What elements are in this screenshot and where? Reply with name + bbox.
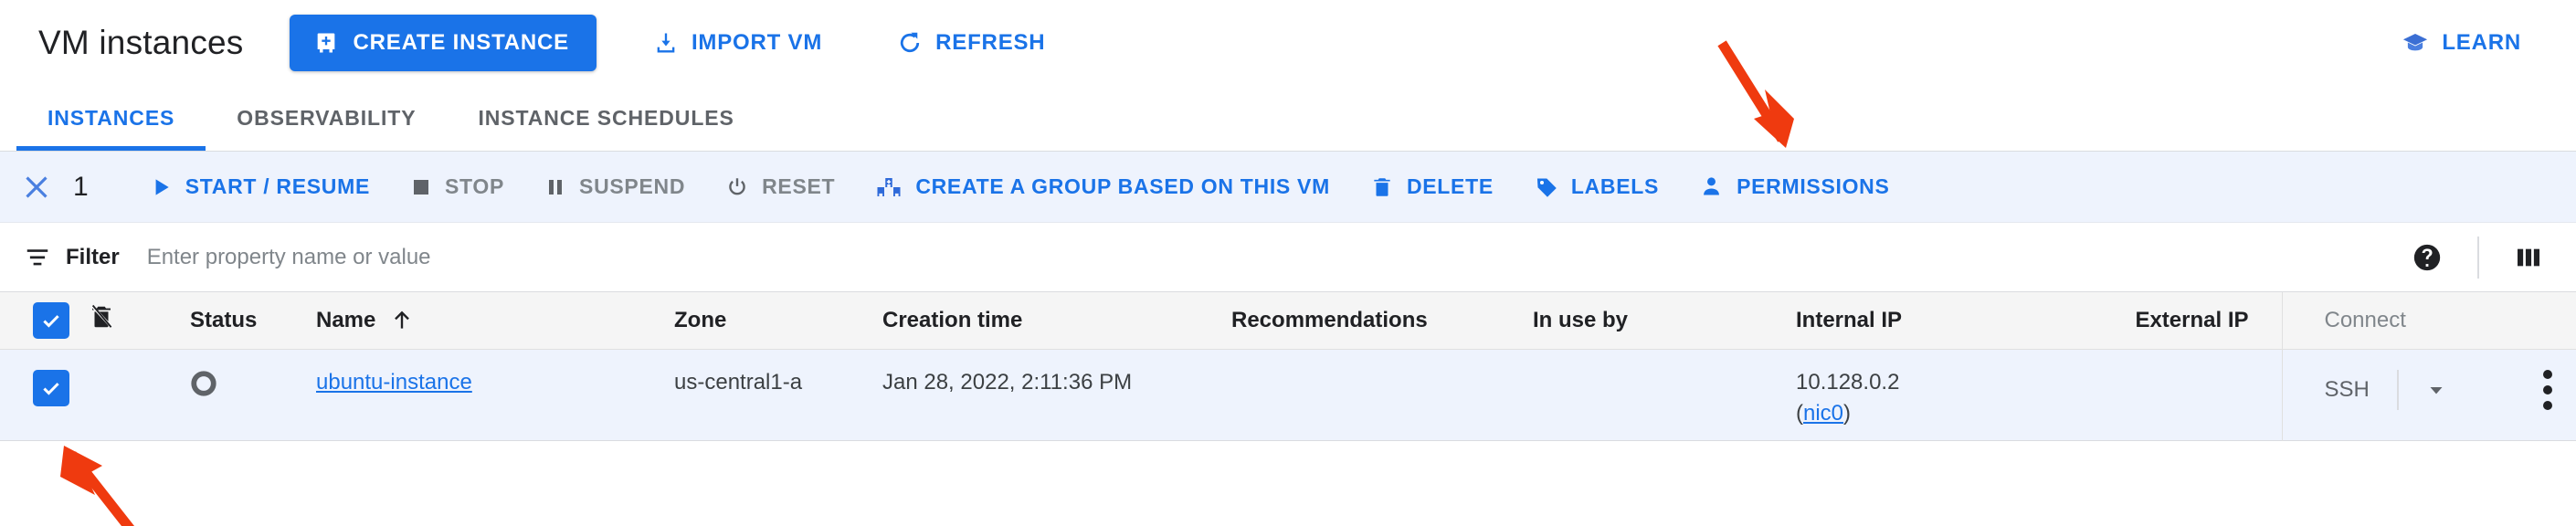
permissions-label: PERMISSIONS [1737, 174, 1890, 198]
refresh-icon [897, 30, 923, 56]
import-icon [653, 30, 679, 56]
vm-instances-page: VM instances CREATE INSTANCE IMPORT VM R… [0, 0, 2576, 526]
filter-bar: Filter [0, 223, 2576, 292]
ssh-divider [2396, 369, 2399, 410]
import-vm-button[interactable]: IMPORT VM [635, 16, 840, 70]
row-deletion-protection-cell [88, 349, 190, 440]
toolbar-divider [2477, 236, 2479, 279]
internal-ip-value: 10.128.0.2 [1796, 369, 1900, 394]
tab-bar: INSTANCES OBSERVABILITY INSTANCE SCHEDUL… [0, 86, 2576, 152]
play-icon [149, 175, 173, 199]
header-external-ip[interactable]: External IP [2053, 292, 2282, 350]
row-zone-cell: us-central1-a [674, 349, 882, 440]
stop-label: STOP [445, 174, 505, 198]
table-header-row: Status Name Zone Creation time Recommend… [0, 292, 2576, 350]
permissions-button[interactable]: PERMISSIONS [1679, 154, 1909, 220]
vm-instances-table: Status Name Zone Creation time Recommend… [0, 292, 2576, 441]
row-in-use-by-cell [1533, 349, 1796, 440]
arrow-up-icon [390, 309, 414, 332]
page-title: VM instances [38, 24, 244, 61]
create-instance-icon [313, 30, 339, 56]
close-icon[interactable] [20, 171, 53, 204]
header-zone[interactable]: Zone [674, 292, 882, 350]
row-select-cell [0, 349, 88, 440]
tab-instances[interactable]: INSTANCES [16, 85, 206, 151]
row-name-cell: ubuntu-instance [316, 349, 674, 440]
stopped-icon [190, 370, 217, 397]
start-resume-button[interactable]: START / RESUME [129, 154, 390, 220]
create-instance-label: CREATE INSTANCE [353, 30, 569, 55]
help-circle-icon[interactable] [2412, 242, 2443, 273]
row-internal-ip-cell: 10.128.0.2 (nic0) [1796, 349, 2053, 440]
arrow-pointing-to-checkbox [60, 446, 134, 526]
suspend-label: SUSPEND [579, 174, 686, 198]
row-creation-time-cell: Jan 28, 2022, 2:11:36 PM [882, 349, 1231, 440]
trash-icon [1370, 175, 1394, 199]
header-creation-time[interactable]: Creation time [882, 292, 1231, 350]
header-deletion-protection[interactable] [88, 292, 190, 350]
filter-input[interactable] [146, 244, 2412, 270]
header-internal-ip[interactable]: Internal IP [1796, 292, 2053, 350]
select-all-checkbox[interactable] [33, 301, 69, 339]
stop-icon [410, 176, 432, 198]
ssh-button[interactable]: SSH [2325, 377, 2370, 403]
row-recommendations-cell [1231, 349, 1533, 440]
table-row[interactable]: ubuntu-instance us-central1-a Jan 28, 20… [0, 349, 2576, 440]
reset-label: RESET [762, 174, 836, 198]
header-name[interactable]: Name [316, 292, 674, 350]
filter-icon[interactable] [24, 244, 51, 271]
pause-icon [544, 176, 566, 198]
reset-button[interactable]: RESET [705, 154, 855, 220]
create-group-label: CREATE A GROUP BASED ON THIS VM [915, 174, 1330, 198]
label-icon [1534, 174, 1558, 199]
graduation-cap-icon [2402, 29, 2429, 57]
row-connect-cell: SSH [2281, 349, 2576, 440]
row-status-cell [190, 349, 316, 440]
refresh-button[interactable]: REFRESH [879, 16, 1063, 70]
table-body: ubuntu-instance us-central1-a Jan 28, 20… [0, 349, 2576, 440]
power-icon [725, 175, 749, 199]
chevron-down-icon[interactable] [2424, 378, 2448, 402]
more-vert-icon[interactable] [2543, 369, 2576, 410]
header-name-label: Name [316, 307, 376, 332]
header-status[interactable]: Status [190, 292, 316, 350]
header-in-use-by[interactable]: In use by [1533, 292, 1796, 350]
row-external-ip-cell [2053, 349, 2282, 440]
nic-link[interactable]: nic0 [1803, 401, 1843, 426]
stop-button[interactable]: STOP [390, 154, 524, 220]
selection-action-toolbar: 1 START / RESUME STOP SUSPEND RESET CREA… [0, 152, 2576, 223]
tab-instance-schedules[interactable]: INSTANCE SCHEDULES [447, 85, 765, 151]
person-icon [1699, 174, 1724, 199]
instance-name-link[interactable]: ubuntu-instance [316, 370, 472, 394]
internal-ip-nic: (nic0) [1796, 400, 1852, 426]
delete-button[interactable]: DELETE [1350, 154, 1514, 220]
header-select-all [0, 292, 88, 350]
import-vm-label: IMPORT VM [691, 30, 823, 55]
header-recommendations[interactable]: Recommendations [1231, 292, 1533, 350]
tab-observability[interactable]: OBSERVABILITY [206, 85, 447, 151]
column-display-icon[interactable] [2514, 243, 2543, 272]
refresh-label: REFRESH [935, 30, 1046, 55]
table-header: Status Name Zone Creation time Recommend… [0, 292, 2576, 350]
create-group-button[interactable]: CREATE A GROUP BASED ON THIS VM [855, 154, 1350, 220]
labels-label: LABELS [1570, 174, 1660, 198]
page-header: VM instances CREATE INSTANCE IMPORT VM R… [0, 0, 2576, 86]
group-add-icon [875, 174, 903, 201]
selected-count: 1 [73, 171, 89, 202]
deletion-protection-off-icon [88, 303, 115, 331]
row-checkbox[interactable] [33, 369, 69, 406]
delete-label: DELETE [1406, 174, 1494, 198]
learn-label: LEARN [2442, 30, 2521, 55]
filter-label: Filter [66, 244, 120, 269]
labels-button[interactable]: LABELS [1514, 154, 1679, 220]
learn-button[interactable]: LEARN [2383, 16, 2539, 70]
create-instance-button[interactable]: CREATE INSTANCE [289, 15, 596, 71]
start-resume-label: START / RESUME [185, 174, 371, 198]
header-connect: Connect [2281, 292, 2576, 350]
suspend-button[interactable]: SUSPEND [524, 154, 705, 220]
